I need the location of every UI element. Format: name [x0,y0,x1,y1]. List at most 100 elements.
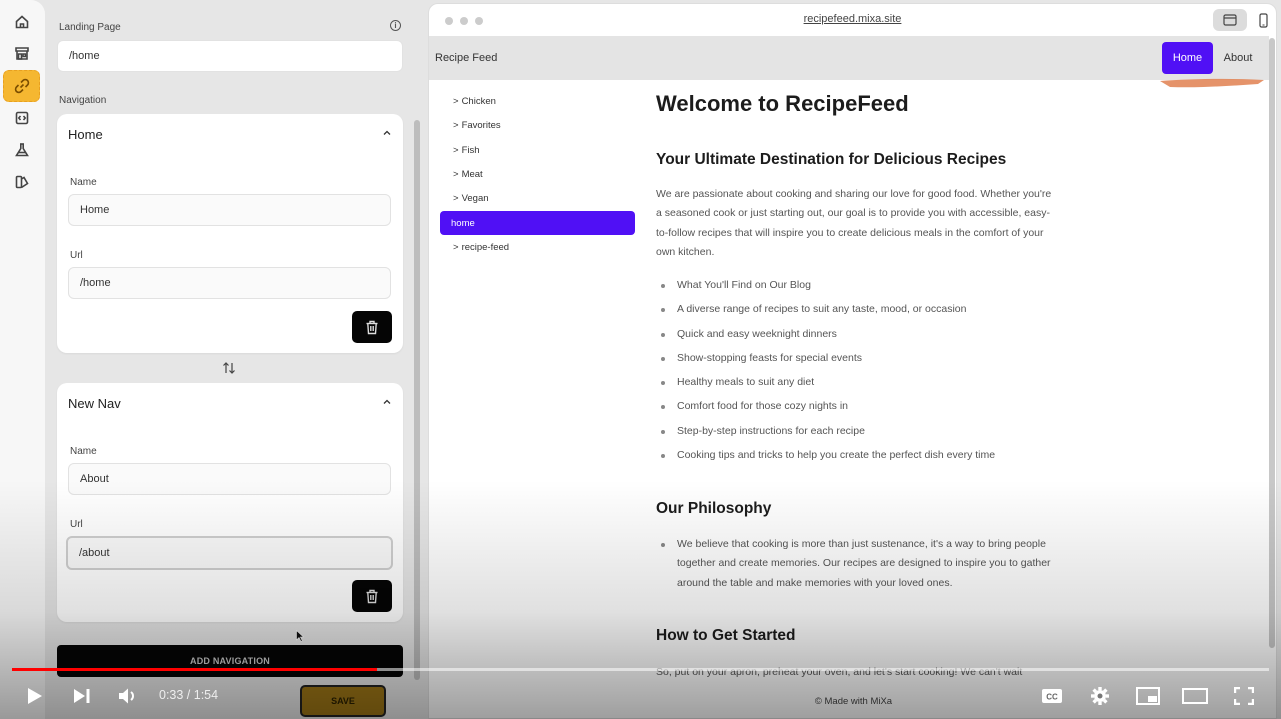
captions-button[interactable]: CC [1039,684,1065,708]
rail-navigation-button[interactable] [3,70,40,102]
nav-name-input[interactable]: Home [68,194,391,226]
list-item: Comfort food for those cozy nights in [656,400,995,424]
site-nav-home[interactable]: Home [1162,42,1213,74]
landing-page-label: Landing Page [59,22,121,33]
highlight-annotation [1160,78,1264,88]
delete-nav-button[interactable] [352,311,392,343]
nav-name-input[interactable]: About [68,463,391,495]
theater-mode-button[interactable] [1181,684,1209,708]
miniplayer-button[interactable] [1134,684,1162,708]
info-icon[interactable]: i [390,20,401,31]
store-icon [14,47,29,60]
philosophy-list: We believe that cooking is more than jus… [656,535,1056,593]
list-item: Healthy meals to suit any diet [656,376,995,400]
play-icon [28,688,42,704]
nav-name-label: Name [70,177,97,188]
video-time: 0:33 / 1:54 [159,688,219,702]
chevron-right-icon: > [453,96,459,107]
icon-rail [0,0,45,719]
list-item: We believe that cooking is more than jus… [656,535,1056,593]
navigation-config-panel: Landing Page i /home Navigation Home Nam… [46,0,414,719]
navigation-label: Navigation [59,95,107,106]
chevron-right-icon: > [453,242,459,253]
desktop-icon [1223,14,1237,26]
landing-page-input[interactable]: /home [57,40,403,72]
desktop-view-button[interactable] [1213,9,1247,31]
preview-browser: recipefeed.mixa.site Recipe Feed Home Ab… [428,3,1277,719]
svg-text:CC: CC [1046,693,1058,702]
trash-icon [366,589,378,603]
get-started-heading: How to Get Started [656,627,796,644]
nav-item-card: New Nav Name About Url /about [57,383,403,622]
chevron-up-icon[interactable] [383,129,391,137]
flask-icon [14,143,29,157]
nav-name-label: Name [70,446,97,457]
home-icon [15,15,28,29]
panel-scrollbar[interactable] [414,120,420,680]
fullscreen-icon [1234,687,1254,705]
tree-item-vegan[interactable]: > Vegan [453,193,489,204]
site-nav-about[interactable]: About [1217,42,1259,74]
chevron-up-icon[interactable] [383,398,391,406]
tree-item-favorites[interactable]: > Favorites [453,120,501,131]
chevron-right-icon: > [453,193,459,204]
chevron-right-icon: > [453,145,459,156]
get-started-paragraph: So, put on your apron, preheat your oven… [656,666,1023,678]
theater-icon [1182,688,1208,704]
volume-button[interactable] [116,684,142,708]
reorder-icon[interactable] [222,361,236,375]
nav-item-card: Home Name Home Url /home [57,114,403,353]
mobile-icon [1258,12,1268,28]
theme-icon [15,175,29,189]
app-root: Landing Page i /home Navigation Home Nam… [0,0,1281,719]
list-item: A diverse range of recipes to suit any t… [656,303,995,327]
nav-url-input-focused[interactable]: /about [66,536,393,570]
rail-store-button[interactable] [3,37,40,69]
nav-item-title: New Nav [68,396,121,411]
nav-item-title: Home [68,127,103,142]
video-progress-bar[interactable] [12,668,1269,671]
tree-item-chicken[interactable]: > Chicken [453,96,496,107]
page-subtitle: Your Ultimate Destination for Delicious … [656,151,1007,168]
list-item: Step-by-step instructions for each recip… [656,425,995,449]
preview-url[interactable]: recipefeed.mixa.site [429,13,1276,25]
intro-paragraph: We are passionate about cooking and shar… [656,188,1052,258]
tree-item-meat[interactable]: > Meat [453,169,483,180]
save-button[interactable]: SAVE [300,685,386,717]
list-item: What You'll Find on Our Blog [656,279,995,303]
play-button[interactable] [22,684,48,708]
settings-button[interactable] [1087,684,1113,708]
tree-item-home-active[interactable]: home [440,211,635,235]
tree-item-recipe-feed[interactable]: > recipe-feed [453,242,509,253]
chevron-right-icon: > [453,169,459,180]
trash-icon [366,320,378,334]
chevron-right-icon: > [453,120,459,131]
nav-url-label: Url [70,250,83,261]
site-title[interactable]: Recipe Feed [435,52,497,64]
gear-icon [1091,687,1109,705]
rail-code-button[interactable] [3,102,40,134]
rail-home-button[interactable] [3,6,40,38]
list-item: Quick and easy weeknight dinners [656,328,995,352]
nav-url-label: Url [70,519,83,530]
volume-icon [119,688,134,704]
add-navigation-button[interactable]: ADD NAVIGATION [57,645,403,677]
nav-url-input[interactable]: /home [68,267,391,299]
next-button[interactable] [70,684,94,708]
site-header: Recipe Feed Home About [429,36,1269,80]
preview-scrollbar[interactable] [1269,38,1275,648]
list-item: Cooking tips and tricks to help you crea… [656,449,995,473]
philosophy-heading: Our Philosophy [656,500,772,517]
rail-theme-button[interactable] [3,166,40,198]
mouse-cursor-icon [296,630,304,642]
page-title: Welcome to RecipeFeed [656,91,909,116]
code-icon [15,111,28,125]
fullscreen-button[interactable] [1231,684,1257,708]
tree-item-fish[interactable]: > Fish [453,145,480,156]
delete-nav-button[interactable] [352,580,392,612]
skip-next-icon [74,689,90,703]
miniplayer-icon [1136,687,1160,705]
mobile-view-button[interactable] [1253,9,1273,31]
list-item: Show-stopping feasts for special events [656,352,995,376]
rail-flask-button[interactable] [3,134,40,166]
